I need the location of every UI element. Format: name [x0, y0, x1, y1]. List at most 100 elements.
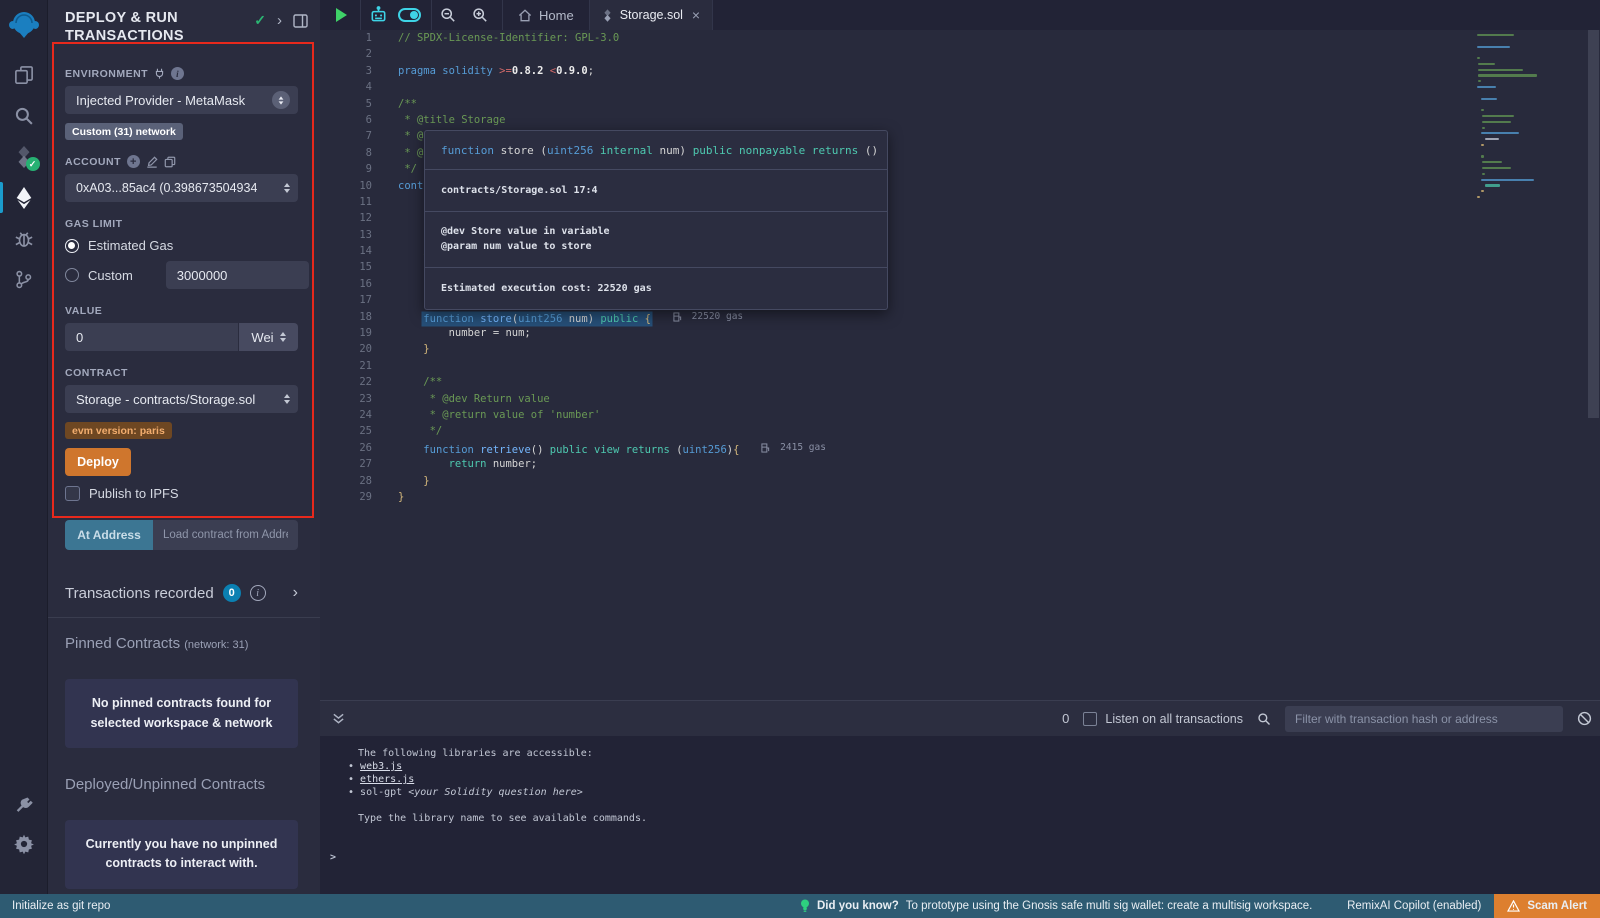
publish-ipfs-checkbox[interactable] — [65, 486, 80, 501]
select-updown-icon — [272, 91, 290, 109]
code-line[interactable]: 2 — [320, 46, 1600, 62]
run-script-icon[interactable] — [336, 8, 347, 22]
plugin-manager-icon[interactable] — [14, 796, 34, 816]
line-number: 25 — [320, 423, 372, 439]
terminal-text: Type the library name to see available c… — [358, 813, 647, 824]
git-icon[interactable] — [0, 259, 48, 300]
transactions-info-icon[interactable]: i — [250, 585, 266, 601]
terminal-prompt[interactable]: > — [320, 851, 1600, 864]
code-line[interactable]: 29} — [320, 489, 1600, 505]
copilot-toggle[interactable] — [398, 8, 421, 22]
git-init-button[interactable]: Initialize as git repo — [12, 900, 110, 912]
search-icon — [1257, 712, 1271, 726]
code-line[interactable]: 25 */ — [320, 423, 1600, 439]
remix-logo-icon[interactable] — [7, 8, 41, 42]
compile-success-badge: ✓ — [26, 157, 40, 171]
environment-value: Injected Provider - MetaMask — [76, 93, 245, 108]
terminal-output[interactable]: The following libraries are accessible:•… — [320, 736, 1600, 894]
ai-assistant-robot-icon[interactable] — [369, 6, 388, 24]
clear-terminal-icon[interactable] — [1577, 711, 1592, 726]
home-icon — [518, 9, 532, 22]
code-editor[interactable]: 1// SPDX-License-Identifier: GPL-3.023pr… — [320, 30, 1600, 700]
terminal-text: > — [330, 852, 336, 863]
code-line[interactable]: 6 * @title Storage — [320, 112, 1600, 128]
code-line[interactable]: 28 } — [320, 473, 1600, 489]
gas-limit-label: GAS LIMIT — [65, 218, 123, 230]
scam-alert-button[interactable]: Scam Alert — [1494, 894, 1600, 918]
zoom-in-icon[interactable] — [472, 7, 488, 23]
code-line[interactable]: 1// SPDX-License-Identifier: GPL-3.0 — [320, 30, 1600, 46]
custom-gas-radio[interactable] — [65, 268, 79, 282]
fuel-icon: 2415 gas — [761, 440, 825, 456]
copy-account-icon[interactable] — [164, 156, 176, 168]
code-line[interactable]: 5/** — [320, 96, 1600, 112]
close-tab-icon[interactable]: × — [692, 7, 700, 23]
collapse-terminal-icon[interactable] — [332, 712, 345, 725]
code-line[interactable]: 21 — [320, 358, 1600, 374]
code-line[interactable]: 23 * @dev Return value — [320, 391, 1600, 407]
deploy-button[interactable]: Deploy — [65, 448, 131, 476]
listen-all-checkbox[interactable] — [1083, 712, 1097, 726]
plug-icon — [154, 68, 165, 79]
scam-alert-label: Scam Alert — [1527, 900, 1587, 912]
line-number: 9 — [320, 161, 372, 177]
file-explorer-icon[interactable] — [0, 54, 48, 95]
settings-gear-icon[interactable] — [14, 834, 34, 854]
transactions-recorded-row[interactable]: Transactions recorded 0 i › — [65, 584, 298, 602]
minimap[interactable] — [1477, 34, 1541, 202]
solidity-compiler-icon[interactable]: ✓ — [0, 136, 48, 177]
transaction-count: 0 — [1062, 711, 1069, 726]
main-area: Home Storage.sol × 1// SPDX-License-Iden… — [320, 0, 1600, 894]
library-link[interactable]: ethers.js — [360, 774, 414, 785]
search-icon[interactable] — [0, 95, 48, 136]
check-icon: ✓ — [254, 12, 266, 29]
environment-label-row: ENVIRONMENT i — [65, 67, 298, 80]
code-line[interactable]: 24 * @return value of 'number' — [320, 407, 1600, 423]
tab-storage-sol[interactable]: Storage.sol × — [590, 0, 713, 30]
deploy-run-icon[interactable] — [0, 177, 48, 218]
pinned-contracts-title: Pinned Contracts (network: 31) — [65, 635, 298, 652]
filter-transactions-input[interactable] — [1285, 706, 1563, 732]
zoom-out-icon[interactable] — [440, 7, 456, 23]
environment-select[interactable]: Injected Provider - MetaMask — [65, 86, 298, 114]
tooltip-location: contracts/Storage.sol 17:4 — [425, 169, 887, 211]
code-line[interactable]: 4 — [320, 79, 1600, 95]
line-number: 19 — [320, 325, 372, 341]
environment-info-icon[interactable]: i — [171, 67, 184, 80]
code-line[interactable]: 18 function store(uint256 num) public { … — [320, 309, 1600, 325]
debugger-icon[interactable] — [0, 218, 48, 259]
at-address-input[interactable] — [153, 520, 298, 550]
transactions-expand-icon[interactable]: › — [293, 584, 298, 602]
code-line[interactable]: 19 number = num; — [320, 325, 1600, 341]
estimated-gas-radio[interactable] — [65, 239, 79, 253]
pin-panel-icon[interactable] — [293, 14, 308, 28]
terminal-toolbar: 0 Listen on all transactions — [320, 700, 1600, 736]
code-line[interactable]: 20 } — [320, 341, 1600, 357]
value-input[interactable] — [65, 323, 238, 351]
contract-label: CONTRACT — [65, 367, 128, 379]
line-number: 11 — [320, 194, 372, 210]
tab-home[interactable]: Home — [502, 0, 590, 30]
chevron-right-icon[interactable]: › — [277, 12, 282, 29]
contract-select[interactable]: Storage - contracts/Storage.sol — [65, 385, 298, 413]
editor-scrollbar[interactable] — [1588, 30, 1599, 418]
code-line[interactable]: 27 return number; — [320, 456, 1600, 472]
editor-toolbar: Home Storage.sol × — [320, 0, 1600, 30]
line-number: 17 — [320, 292, 372, 308]
at-address-button[interactable]: At Address — [65, 520, 153, 550]
copilot-status[interactable]: RemixAI Copilot (enabled) — [1347, 900, 1481, 912]
add-account-icon[interactable]: + — [127, 155, 140, 168]
library-link[interactable]: web3.js — [360, 761, 402, 772]
code-line[interactable]: 3pragma solidity >=0.8.2 <0.9.0; — [320, 63, 1600, 79]
code-line[interactable]: 22 /** — [320, 374, 1600, 390]
contract-value: Storage - contracts/Storage.sol — [76, 392, 255, 407]
code-line[interactable]: 26 function retrieve() public view retur… — [320, 440, 1600, 456]
did-you-know-label: Did you know? — [817, 900, 899, 912]
edit-account-icon[interactable] — [146, 156, 158, 168]
home-tab-label: Home — [539, 8, 574, 23]
remix-ide: ✓ DEP — [0, 0, 1600, 918]
custom-gas-input[interactable] — [166, 261, 309, 289]
hover-tooltip: function store (uint256 internal num) pu… — [424, 130, 888, 310]
value-unit-select[interactable]: Wei — [238, 323, 298, 351]
account-select[interactable]: 0xA03...85ac4 (0.398673504934 — [65, 174, 298, 202]
